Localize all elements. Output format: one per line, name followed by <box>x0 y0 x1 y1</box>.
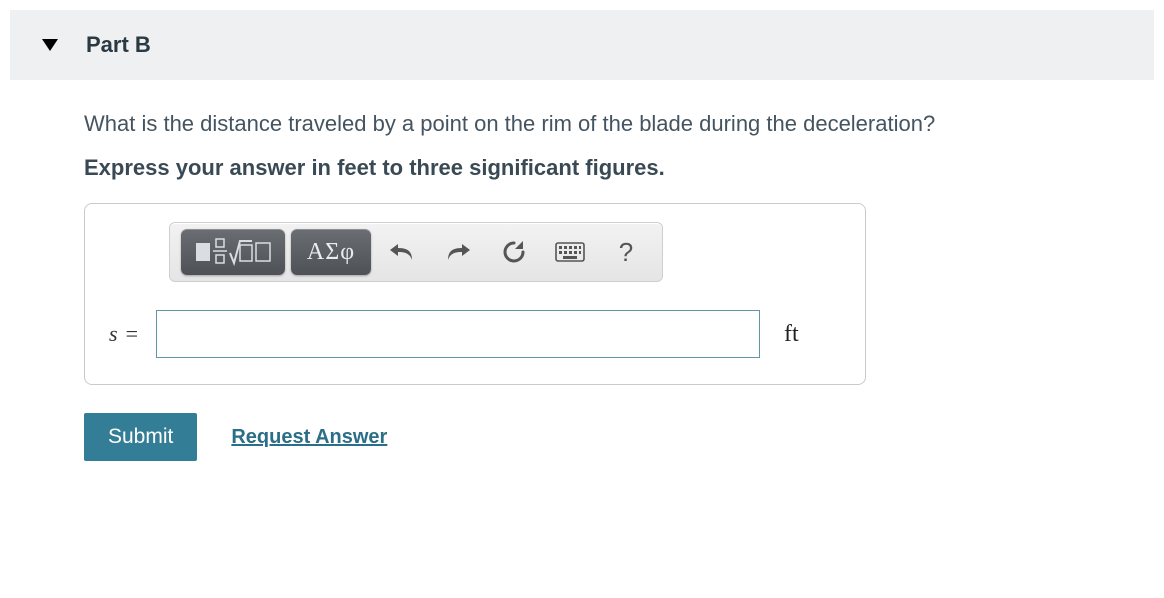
redo-button[interactable] <box>433 229 483 275</box>
reset-icon <box>501 239 527 265</box>
question-part-container: Part B What is the distance traveled by … <box>0 0 1164 471</box>
submit-button[interactable]: Submit <box>84 413 197 461</box>
request-answer-link[interactable]: Request Answer <box>231 426 387 449</box>
help-icon: ? <box>619 237 633 268</box>
question-text: What is the distance traveled by a point… <box>84 106 1154 141</box>
equals-sign: = <box>126 321 138 347</box>
action-row: Submit Request Answer <box>84 413 1154 461</box>
help-button[interactable]: ? <box>601 229 651 275</box>
greek-symbols-button[interactable]: ΑΣφ <box>291 229 371 275</box>
part-body: What is the distance traveled by a point… <box>10 80 1154 461</box>
answer-card: ΑΣφ <box>84 203 866 385</box>
unit-label: ft <box>784 321 799 348</box>
part-title: Part B <box>86 32 151 58</box>
reset-button[interactable] <box>489 229 539 275</box>
part-header[interactable]: Part B <box>10 10 1154 80</box>
variable-label: s <box>109 321 118 347</box>
keyboard-button[interactable] <box>545 229 595 275</box>
greek-label: ΑΣφ <box>307 239 355 266</box>
answer-row: s = ft <box>109 310 841 358</box>
undo-icon <box>388 240 416 264</box>
redo-icon <box>444 240 472 264</box>
answer-input[interactable] <box>156 310 760 358</box>
math-templates-button[interactable] <box>181 229 285 275</box>
equation-toolbar: ΑΣφ <box>169 222 663 282</box>
math-templates-icon <box>194 237 272 267</box>
collapse-triangle-icon[interactable] <box>42 39 58 51</box>
undo-button[interactable] <box>377 229 427 275</box>
instruction-text: Express your answer in feet to three sig… <box>84 155 1154 181</box>
keyboard-icon <box>555 242 585 262</box>
